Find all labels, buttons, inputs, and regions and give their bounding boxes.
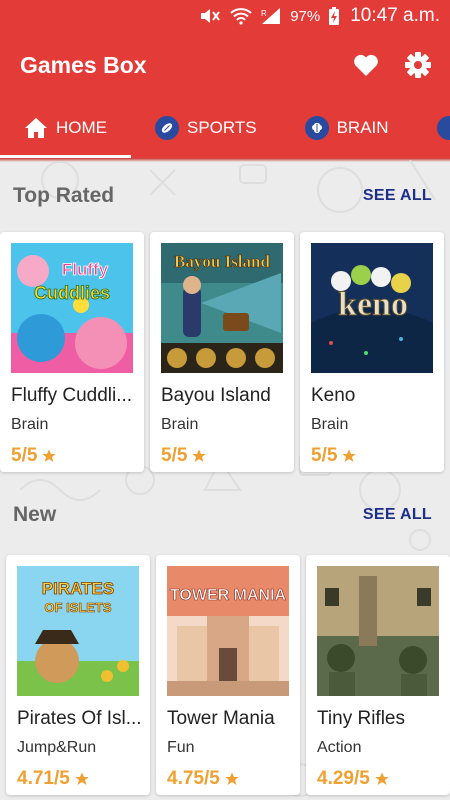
- game-rating: 4.29/5: [317, 768, 390, 790]
- svg-text:R: R: [261, 9, 267, 18]
- svg-text:Cuddlies: Cuddlies: [34, 283, 110, 303]
- rating-value: 5/5: [311, 445, 338, 466]
- brain-icon: [304, 116, 329, 140]
- game-name: Pirates Of Isl...: [17, 708, 142, 729]
- star-icon: [42, 449, 57, 462]
- game-thumbnail: Bayou Island: [161, 243, 283, 373]
- gear-icon: [405, 52, 431, 78]
- game-rating: 4.75/5: [167, 768, 240, 790]
- top-rated-header: Top Rated SEE ALL: [0, 180, 450, 212]
- game-card[interactable]: PIRATES OF ISLETS Pirates Of Isl... Jump…: [6, 555, 150, 795]
- tab-more-partial[interactable]: [413, 98, 450, 158]
- game-rating: 5/5: [161, 445, 207, 467]
- game-name: Fluffy Cuddli...: [11, 385, 133, 406]
- svg-text:TOWER MANIA: TOWER MANIA: [170, 587, 287, 604]
- game-thumbnail: keno: [311, 243, 433, 373]
- tab-label: HOME: [56, 118, 107, 137]
- game-thumbnail: Fluffy Cuddlies: [11, 243, 133, 373]
- game-category: Brain: [311, 416, 349, 433]
- game-rating: 4.71/5: [17, 768, 90, 790]
- app-bar: Games Box: [0, 32, 450, 98]
- game-name: Bayou Island: [161, 385, 271, 406]
- sports-icon: [155, 116, 179, 140]
- category-icon: [436, 116, 450, 140]
- svg-text:keno: keno: [338, 286, 408, 323]
- star-icon: [342, 449, 357, 462]
- heart-icon: [354, 54, 378, 76]
- game-card[interactable]: Bayou Island Bayou Island Brain 5/5: [150, 232, 294, 472]
- game-category: Action: [317, 739, 362, 756]
- game-card[interactable]: TOWER MANIA Tower Mania Fun 4.75/5: [156, 555, 300, 795]
- game-card[interactable]: Fluffy Cuddlies Fluffy Cuddli... Brain 5…: [0, 232, 144, 472]
- home-icon: [25, 118, 47, 138]
- game-category: Brain: [161, 416, 199, 433]
- svg-text:Fluffy: Fluffy: [62, 260, 109, 279]
- svg-text:Bayou Island: Bayou Island: [174, 252, 270, 271]
- svg-text:PIRATES: PIRATES: [42, 579, 114, 598]
- status-bar: R 97% 10:47 a.m.: [0, 0, 450, 32]
- star-icon: [375, 772, 389, 785]
- new-header: New SEE ALL: [0, 499, 450, 531]
- game-rating: 5/5: [311, 445, 357, 467]
- game-card[interactable]: keno Keno Brain 5/5: [300, 232, 444, 472]
- game-category: Fun: [167, 739, 195, 756]
- see-all-link[interactable]: SEE ALL: [363, 506, 432, 524]
- game-card[interactable]: Tiny Rifles Action 4.29/5: [306, 555, 450, 795]
- signal-icon: R: [260, 7, 282, 25]
- favorites-button[interactable]: [346, 45, 386, 85]
- tab-home[interactable]: HOME: [0, 98, 131, 158]
- tab-label: BRAIN: [336, 118, 389, 137]
- game-name: Keno: [311, 385, 356, 406]
- star-icon: [192, 449, 207, 462]
- battery-charging-icon: [328, 6, 340, 26]
- rating-value: 4.75/5: [167, 768, 220, 789]
- clock: 10:47 a.m.: [350, 5, 440, 26]
- svg-text:OF ISLETS: OF ISLETS: [44, 600, 112, 615]
- game-thumbnail: PIRATES OF ISLETS: [17, 566, 139, 696]
- star-icon: [75, 772, 89, 785]
- battery-percentage: 97%: [290, 7, 321, 25]
- rating-value: 5/5: [161, 445, 188, 466]
- star-icon: [225, 772, 239, 785]
- rating-value: 4.71/5: [17, 768, 70, 789]
- app-title: Games Box: [20, 51, 147, 78]
- tab-label: SPORTS: [187, 118, 257, 137]
- game-thumbnail: TOWER MANIA: [167, 566, 289, 696]
- game-name: Tiny Rifles: [317, 708, 405, 729]
- see-all-link[interactable]: SEE ALL: [363, 187, 432, 205]
- game-rating: 5/5: [11, 445, 57, 467]
- tab-sports[interactable]: SPORTS: [131, 98, 281, 158]
- tab-brain[interactable]: BRAIN: [281, 98, 413, 158]
- rating-value: 4.29/5: [317, 768, 370, 789]
- mute-icon: [198, 7, 222, 25]
- game-category: Brain: [11, 416, 49, 433]
- settings-button[interactable]: [398, 45, 438, 85]
- category-tabs: HOME SPORTS BRAIN: [0, 98, 450, 158]
- game-name: Tower Mania: [167, 708, 275, 729]
- game-category: Jump&Run: [17, 739, 97, 756]
- wifi-icon: [230, 7, 252, 25]
- game-thumbnail: [317, 566, 439, 696]
- section-title: Top Rated: [13, 184, 115, 207]
- section-title: New: [13, 503, 57, 526]
- rating-value: 5/5: [11, 445, 38, 466]
